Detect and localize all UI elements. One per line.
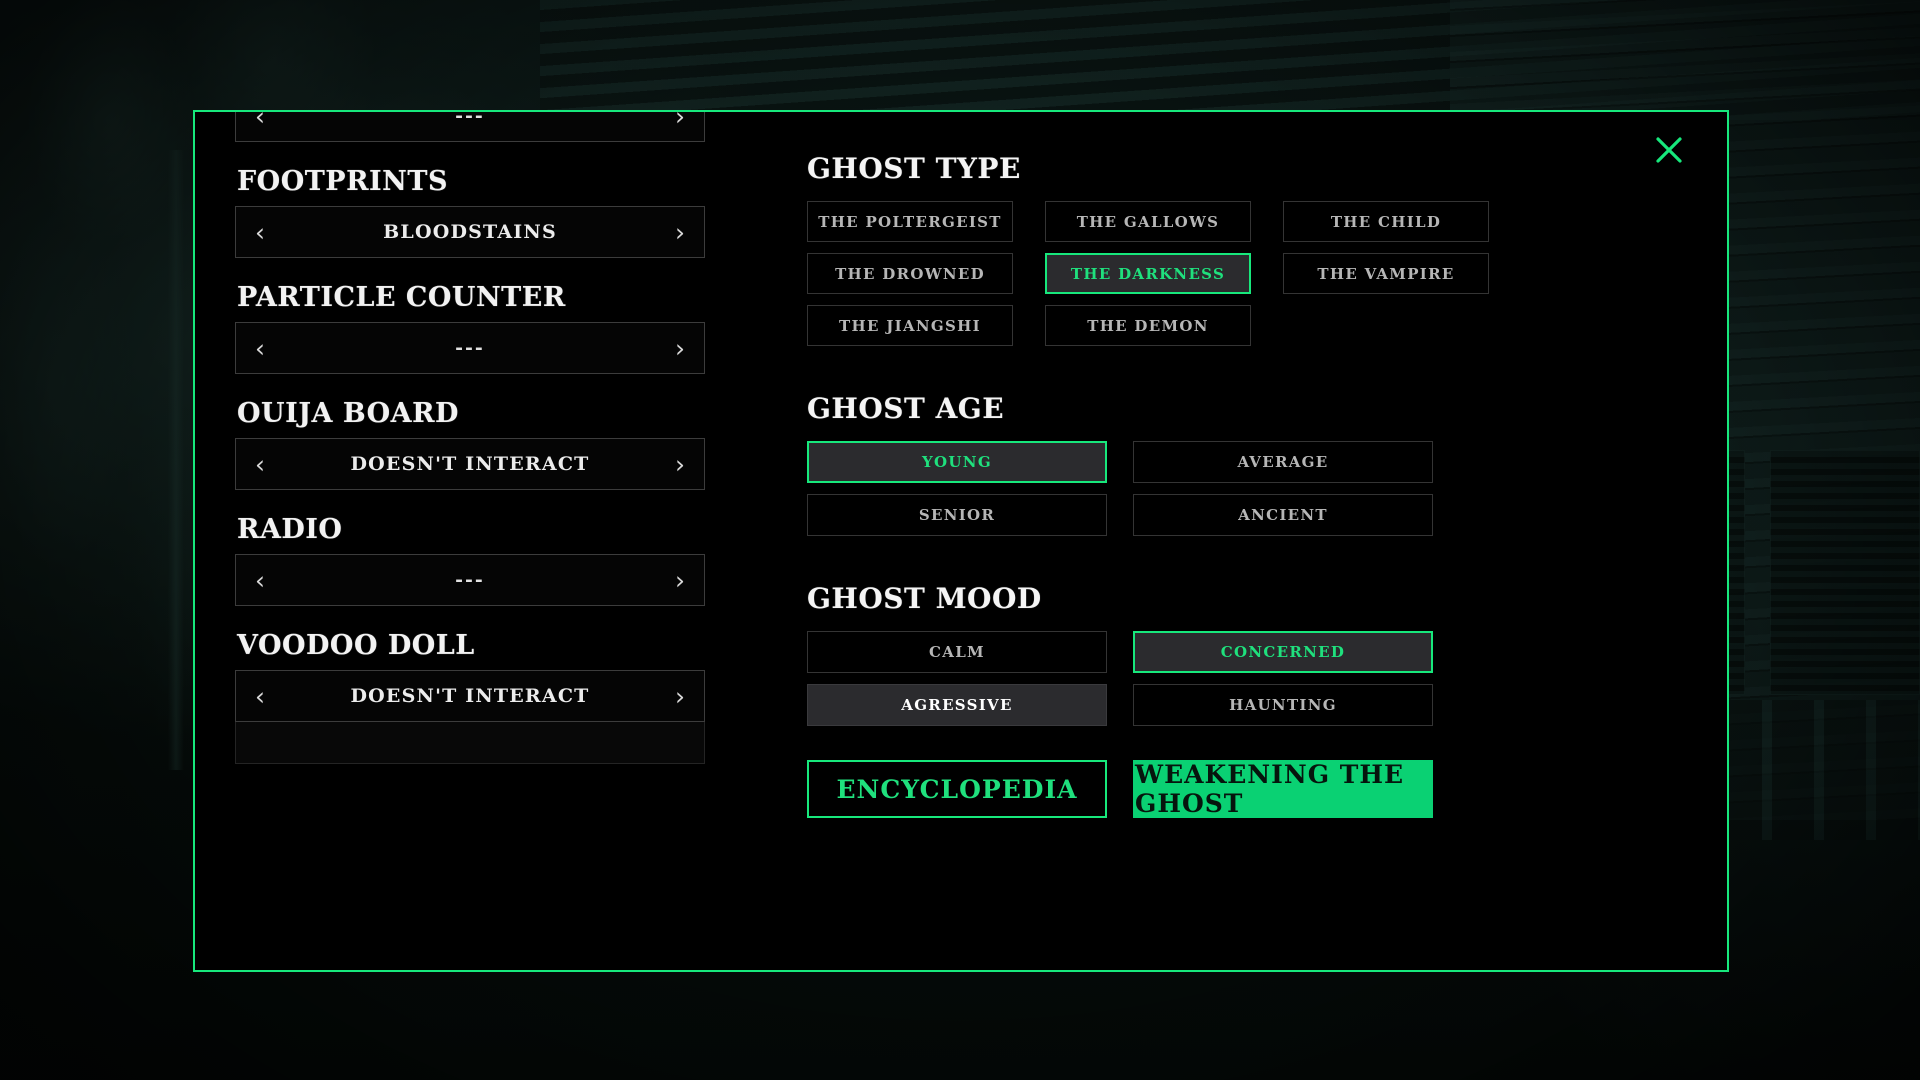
evidence-selector[interactable]: ‹---›	[235, 554, 705, 606]
ghost-age-option-young[interactable]: YOUNG	[807, 441, 1107, 483]
evidence-label: PARTICLE COUNTER	[237, 282, 705, 313]
evidence-value: DOESN'T INTERACT	[284, 685, 656, 707]
ghost-age-option-ancient[interactable]: ANCIENT	[1133, 494, 1433, 536]
ghost-type-option-the-demon[interactable]: THE DEMON	[1045, 305, 1251, 346]
chevron-left-icon[interactable]: ‹	[236, 218, 284, 247]
ghost-type-option-the-darkness[interactable]: THE DARKNESS	[1045, 253, 1251, 294]
evidence-value: ---	[284, 337, 656, 359]
ghost-mood-option-calm[interactable]: CALM	[807, 631, 1107, 673]
chevron-left-icon[interactable]: ‹	[236, 334, 284, 363]
ghost-mood-title: GHOST MOOD	[807, 582, 1655, 615]
evidence-item: RADIO ‹---›	[235, 514, 705, 606]
evidence-item: ‹---›	[235, 112, 705, 142]
evidence-label: RADIO	[237, 514, 705, 545]
ghost-type-option-the-drowned[interactable]: THE DROWNED	[807, 253, 1013, 294]
evidence-item: OUIJA BOARD ‹DOESN'T INTERACT›	[235, 398, 705, 490]
evidence-selector[interactable]: ‹DOESN'T INTERACT›	[235, 670, 705, 722]
ghost-age-options: YOUNG AVERAGE SENIOR ANCIENT	[807, 441, 1655, 536]
chevron-right-icon[interactable]: ›	[656, 682, 704, 711]
evidence-label: VOODOO DOLL	[237, 630, 705, 661]
ghost-mood-option-haunting[interactable]: HAUNTING	[1133, 684, 1433, 726]
evidence-selector[interactable]: ‹---›	[235, 112, 705, 142]
chevron-left-icon[interactable]: ‹	[236, 450, 284, 479]
ghost-type-title: GHOST TYPE	[807, 152, 1655, 185]
ghost-type-option-the-poltergeist[interactable]: THE POLTERGEIST	[807, 201, 1013, 242]
weakening-the-ghost-button[interactable]: WEAKENING THE GHOST	[1133, 760, 1433, 818]
chevron-right-icon[interactable]: ›	[656, 112, 704, 131]
ghost-mood-options: CALM CONCERNED AGRESSIVE HAUNTING	[807, 631, 1655, 726]
ghost-age-title: GHOST AGE	[807, 392, 1655, 425]
evidence-label: OUIJA BOARD	[237, 398, 705, 429]
ghost-age-section: GHOST AGE YOUNG AVERAGE SENIOR ANCIENT	[807, 392, 1655, 536]
ghost-mood-option-concerned[interactable]: CONCERNED	[1133, 631, 1433, 673]
evidence-value: DOESN'T INTERACT	[284, 453, 656, 475]
evidence-panel: ‹---›FOOTPRINTS‹BLOODSTAINS›PARTICLE COU…	[195, 112, 755, 970]
evidence-value: BLOODSTAINS	[284, 221, 656, 243]
chevron-left-icon[interactable]: ‹	[236, 682, 284, 711]
ghost-type-options: THE POLTERGEIST THE GALLOWS THE CHILD THE D…	[807, 201, 1655, 346]
chevron-left-icon[interactable]: ‹	[236, 566, 284, 595]
evidence-label: FOOTPRINTS	[237, 166, 705, 197]
ghost-age-option-average[interactable]: AVERAGE	[1133, 441, 1433, 483]
ghost-type-section: GHOST TYPE THE POLTERGEISTTHE GALLOWSTHE…	[807, 152, 1655, 346]
evidence-value: ---	[284, 112, 656, 127]
chevron-right-icon[interactable]: ›	[656, 450, 704, 479]
evidence-item: VOODOO DOLL ‹DOESN'T INTERACT›	[235, 630, 705, 764]
evidence-selector-clipped	[235, 722, 705, 764]
evidence-selector[interactable]: ‹---›	[235, 322, 705, 374]
chevron-right-icon[interactable]: ›	[656, 566, 704, 595]
chevron-left-icon[interactable]: ‹	[236, 112, 284, 131]
ghost-type-option-the-vampire[interactable]: THE VAMPIRE	[1283, 253, 1489, 294]
ghost-type-option-the-jiangshi[interactable]: THE JIANGSHI	[807, 305, 1013, 346]
ghost-type-option-the-gallows[interactable]: THE GALLOWS	[1045, 201, 1251, 242]
ghost-journal-modal: ‹---›FOOTPRINTS‹BLOODSTAINS›PARTICLE COU…	[193, 110, 1729, 972]
chevron-right-icon[interactable]: ›	[656, 218, 704, 247]
evidence-scroll-list[interactable]: ‹---›FOOTPRINTS‹BLOODSTAINS›PARTICLE COU…	[235, 112, 705, 774]
encyclopedia-button[interactable]: ENCYCLOPEDIA	[807, 760, 1107, 818]
chevron-right-icon[interactable]: ›	[656, 334, 704, 363]
ghost-mood-section: GHOST MOOD CALM CONCERNED AGRESSIVE HAUNTIN…	[807, 582, 1655, 726]
evidence-value: ---	[284, 569, 656, 591]
evidence-item: PARTICLE COUNTER ‹---›	[235, 282, 705, 374]
ghost-age-option-senior[interactable]: SENIOR	[807, 494, 1107, 536]
ghost-mood-option-agressive[interactable]: AGRESSIVE	[807, 684, 1107, 726]
ghost-type-option-the-child[interactable]: THE CHILD	[1283, 201, 1489, 242]
ghost-attributes-panel: GHOST TYPE THE POLTERGEISTTHE GALLOWSTHE…	[755, 112, 1727, 970]
evidence-selector[interactable]: ‹DOESN'T INTERACT›	[235, 438, 705, 490]
evidence-item: FOOTPRINTS ‹BLOODSTAINS›	[235, 166, 705, 258]
evidence-selector[interactable]: ‹BLOODSTAINS›	[235, 206, 705, 258]
action-buttons: ENCYCLOPEDIA WEAKENING THE GHOST	[807, 760, 1655, 818]
